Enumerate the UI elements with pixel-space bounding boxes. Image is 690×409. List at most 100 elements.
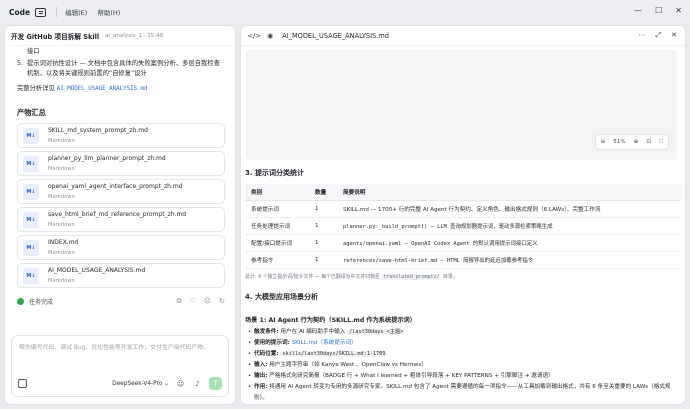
bullet-code: skills/last30days/SKILL.md:1-1709 [280,350,388,357]
cell-category: 配置/接口提示词 [245,234,309,252]
zoom-toolbar: ⊖ 51% ⊕ ⊡ ⛶ [594,134,669,150]
bullet-label: 作用: [254,383,268,390]
list-item: • 作用: 将通用 AI Agent 转变为专用的多源研究专家。SKILL.md… [247,383,671,401]
list-item: • 触发条件: 用户在 AI 编码助手中输入 /last30days <主题> [247,328,406,335]
fit-icon[interactable]: ⊡ [646,139,651,145]
cell-description: planner.py:_build_prompt() — LLM 查询规划器提示… [337,217,681,235]
project-title: 开发 GitHub 项目拆解 Skill [11,32,100,41]
expand-icon[interactable]: ⤢ [656,31,662,40]
item-number: 5. [17,60,24,67]
preview-controls: ⋯ ⤢ ✕ [639,31,677,40]
task-status: 任务完成 ⧉ ♡ ☹ ↻ [17,297,225,306]
sidebar-toggle-icon[interactable] [35,7,47,17]
file-card[interactable]: M↓ save_html_brief_md_reference_prompt_z… [17,207,225,232]
bullet-text: 严格格式化研究简报（BADGE 行 + What I learned + 粗体引… [267,372,554,379]
note-suffix: 目录。 [441,273,458,280]
maximize-icon[interactable]: ☐ [655,6,662,15]
zoom-in-icon[interactable]: ⊕ [634,139,639,145]
file-card[interactable]: M↓ AI_MODEL_USAGE_ANALYSIS.md Markdown [17,263,225,288]
file-card[interactable]: M↓ INDEX.md Markdown [17,235,225,260]
cell-description: agents/openai.yaml — OpenAI Codex Agent … [337,234,681,252]
chat-panel: 开发 GitHub 项目拆解 Skill ai_analysis_1 · 15:… [4,25,236,405]
cell-description: references/save-html-brief.md — HTML 简报导… [337,251,681,269]
close-icon[interactable]: ✕ [671,31,677,40]
markdown-file-icon: M↓ [23,239,39,256]
cell-count: 1 [309,251,337,269]
copy-icon[interactable]: ⧉ [177,297,182,306]
section-3-heading: 3. 提示词分类统计 [245,169,304,177]
numbered-item: 5. 提示词对抗性设计 — 文档中包含具体的失败案例分析、多层自我检查机制，以及… [17,59,225,79]
list-item: • 代码位置: skills/last30days/SKILL.md:1-170… [247,350,388,357]
file-name: save_html_brief_md_reference_prompt_zh.m… [48,210,187,218]
outputs-heading: 产物汇总 [17,108,46,117]
emoji-icon[interactable]: ☺ [175,378,186,389]
fullscreen-icon[interactable]: ⛶ [659,139,663,146]
composer-toolbar: DeepSeek-V4-Pro ⌄ ☺ ♪ ↑ [18,377,222,390]
file-type: Markdown [48,249,75,256]
file-type: Markdown [48,221,75,228]
file-card[interactable]: M↓ planner_py_llm_planner_prompt_zh.md Ma… [17,151,225,176]
zoom-out-icon[interactable]: ⊖ [601,139,606,145]
section-4-heading: 4. 大模型应用场景分析 [245,292,318,301]
prompt-table: 类别 数量 简要说明 系统提示词 1 SKILL.md — 1700+ 行的完整… [245,184,681,269]
divider [56,7,58,17]
file-name: INDEX.md [48,238,79,246]
diagram-preview: ⊖ 51% ⊕ ⊡ ⛶ [246,50,677,160]
composer-input[interactable]: 帮你编写代码、调试 Bug、优化性能等开发工作，交付生产级代码产物。 [12,336,228,357]
menu-help[interactable]: 帮助(H) [97,7,120,17]
bullet-text: 用户主题字符串（如 Kanye West 、OpenClaw vs Hermes… [267,361,427,368]
bullet-text: 用户在 AI 编码助手中输入 [278,328,348,335]
cell-category: 任务处理提示词 [245,217,309,235]
microphone-icon[interactable]: ♪ [192,378,203,389]
minimize-icon[interactable]: — [634,6,642,15]
bullet-label: 输出: [254,372,268,379]
col-category: 类别 [245,184,309,201]
file-name: openai_yaml_agent_interface_prompt_zh.md [48,182,183,190]
table-header-row: 类别 数量 简要说明 [245,184,681,201]
truncated-line: 接口 [27,48,40,55]
list-item: • 输入: 用户主题字符串（如 Kanye West 、OpenClaw vs … [247,361,427,368]
analysis-reference: 完整分析详见 AI_MODEL_USAGE_ANALYSIS.md [17,84,225,94]
eye-icon[interactable]: ◉ [267,32,273,40]
markdown-file-icon: M↓ [23,155,39,172]
cell-description: SKILL.md — 1700+ 行的完整 AI Agent 行为契约、定义角色… [337,200,681,218]
chat-header: 开发 GitHub 项目拆解 Skill ai_analysis_1 · 15:… [5,26,235,46]
file-card[interactable]: M↓ SKILL_md_system_prompt_zh.md Markdown [17,123,225,148]
table-row: 任务处理提示词 1 planner.py:_build_prompt() — L… [245,217,681,235]
file-card[interactable]: M↓ openai_yaml_agent_interface_prompt_zh… [17,179,225,204]
preview-header: </> ◉ AI_MODEL_USAGE_ANALYSIS.md ⋯ ⤢ ✕ [241,26,685,46]
table-row: 系统提示词 1 SKILL.md — 1700+ 行的完整 AI Agent 行… [245,200,681,218]
send-button[interactable]: ↑ [209,377,222,390]
app-name: Code [9,7,31,17]
note-code: translated_prompts/ [381,273,442,280]
cell-count: 1 [309,200,337,218]
close-icon[interactable]: ✕ [675,6,682,15]
table-row: 参考指令 1 references/save-html-brief.md — H… [245,251,681,269]
status-text: 任务完成 [29,299,54,306]
menu-edit[interactable]: 编辑(E) [65,7,87,17]
app-window: Code 编辑(E) 帮助(H) — ☐ ✕ 开发 GitHub 项目拆解 Sk… [0,0,690,409]
title-bar: Code 编辑(E) 帮助(H) — ☐ ✕ [0,0,690,24]
bullet-code: /last30days <主题> [347,328,406,335]
col-description: 简要说明 [337,184,681,201]
analysis-prefix: 完整分析详见 [17,85,57,92]
bullet-label: 触发条件: [254,328,279,335]
thumbs-down-icon[interactable]: ☹ [204,297,211,306]
bullet-label: 输入: [254,361,268,368]
more-icon[interactable]: ⋯ [639,31,646,40]
markdown-file-icon: M↓ [23,127,39,144]
bullet-link[interactable]: SKILL.md（系统提示词） [292,340,357,346]
file-title: AI_MODEL_USAGE_ANALYSIS.md [282,31,389,40]
file-name: AI_MODEL_USAGE_ANALYSIS.md [48,266,146,274]
scenario-heading: 场景 1: AI Agent 行为契约（SKILL.md 作为系统提示词） [245,316,416,324]
more-icon[interactable]: ↻ [219,297,225,306]
code-view-icon[interactable]: </> [247,32,261,40]
markdown-file-icon: M↓ [23,183,39,200]
attach-icon[interactable] [18,379,27,388]
thumbs-up-icon[interactable]: ♡ [190,297,196,306]
window-controls: — ☐ ✕ [634,6,682,15]
model-selector[interactable]: DeepSeek-V4-Pro ⌄ [112,381,169,387]
analysis-link[interactable]: AI_MODEL_USAGE_ANALYSIS.md [57,86,148,92]
cell-category: 系统提示词 [245,200,309,218]
chat-composer[interactable]: 帮你编写代码、调试 Bug、优化性能等开发工作，交付生产级代码产物。 DeepS… [11,335,229,397]
